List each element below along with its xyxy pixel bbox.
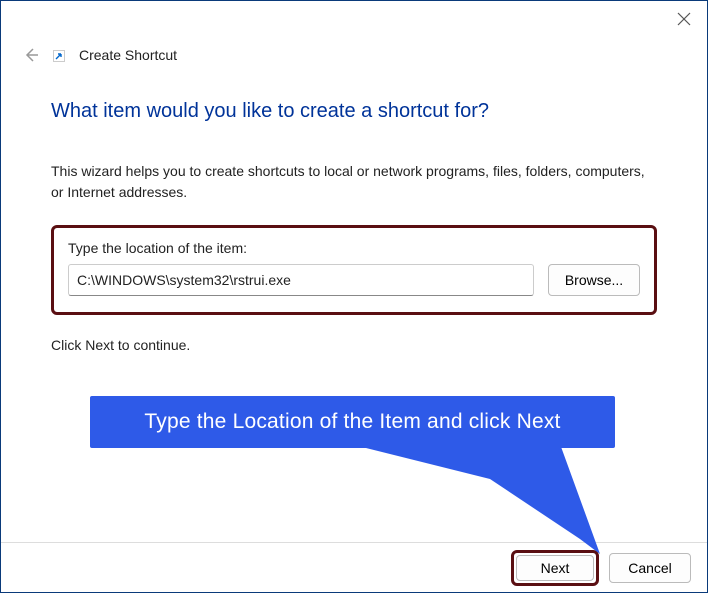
browse-button[interactable]: Browse...: [548, 264, 640, 296]
close-icon[interactable]: [675, 10, 693, 28]
cancel-button[interactable]: Cancel: [609, 553, 691, 583]
titlebar: [1, 1, 707, 37]
location-group-highlight: Type the location of the item: Browse...: [51, 225, 657, 315]
footer-bar: Next Cancel: [1, 542, 707, 592]
main-heading: What item would you like to create a sho…: [51, 100, 657, 123]
wizard-window: Create Shortcut What item would you like…: [0, 0, 708, 593]
header-row: Create Shortcut: [1, 37, 707, 65]
page-title: Create Shortcut: [79, 47, 177, 63]
back-arrow-icon[interactable]: [21, 45, 41, 65]
shortcut-overlay-icon: [53, 48, 67, 62]
description-text: This wizard helps you to create shortcut…: [51, 161, 657, 203]
next-button[interactable]: Next: [516, 555, 594, 581]
continue-instruction: Click Next to continue.: [51, 337, 657, 353]
content-area: What item would you like to create a sho…: [1, 65, 707, 542]
next-button-highlight: Next: [511, 550, 599, 586]
location-label: Type the location of the item:: [68, 240, 640, 256]
location-input[interactable]: [68, 264, 534, 296]
location-row: Browse...: [68, 264, 640, 296]
